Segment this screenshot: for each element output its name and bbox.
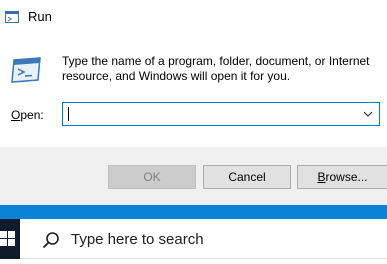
- dialog-body: Type the name of a program, folder, docu…: [0, 34, 387, 147]
- run-app-icon: [5, 11, 19, 23]
- taskbar-accent-bar: [0, 205, 387, 219]
- open-label-suffix: pen:: [20, 108, 44, 122]
- dialog-description: Type the name of a program, folder, docu…: [62, 54, 370, 83]
- open-label: Open:: [11, 108, 44, 122]
- title-bar[interactable]: Run: [0, 0, 387, 34]
- browse-accel: B: [317, 170, 326, 184]
- button-bar: OK Cancel Browse...: [0, 147, 387, 205]
- search-icon: [42, 232, 59, 249]
- cancel-button[interactable]: Cancel: [203, 165, 291, 189]
- run-dialog: Run Type the name of a program, folder, …: [0, 0, 387, 205]
- browse-button[interactable]: Browse...: [297, 165, 387, 189]
- window-title: Run: [28, 9, 52, 24]
- browse-label: rowse...: [325, 170, 368, 184]
- ok-button[interactable]: OK: [108, 165, 196, 189]
- open-label-accel: O: [11, 108, 21, 122]
- taskbar-search-box[interactable]: Type here to search: [20, 219, 387, 259]
- taskbar: Type here to search: [0, 219, 387, 259]
- open-input[interactable]: [67, 105, 357, 123]
- open-combobox[interactable]: [62, 102, 380, 126]
- windows-logo-icon: [0, 231, 15, 246]
- start-button[interactable]: [0, 219, 20, 259]
- run-program-icon: [11, 57, 41, 83]
- search-placeholder: Type here to search: [71, 231, 204, 248]
- chevron-down-icon[interactable]: [361, 107, 375, 121]
- text-caret: [68, 107, 69, 121]
